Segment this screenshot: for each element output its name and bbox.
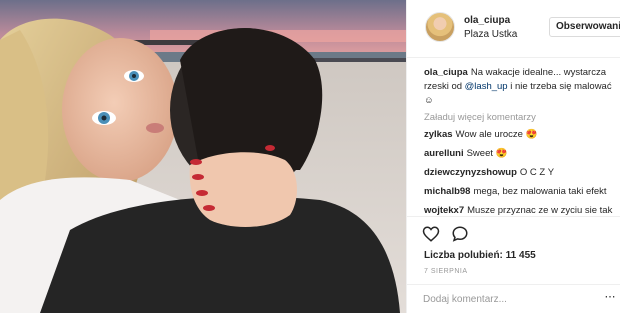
load-more-comments-button[interactable]: Załaduj więcej komentarzy bbox=[424, 112, 615, 123]
add-comment-bar: ⋯ bbox=[407, 284, 620, 311]
post-actions: Liczba polubień: 11 455 7 SIERPNIA ⋯ bbox=[407, 216, 620, 310]
comment-text: Wow ale urocze 😍 bbox=[455, 129, 538, 140]
more-dots-icon[interactable]: ⋯ bbox=[603, 291, 617, 305]
heart-icon[interactable] bbox=[422, 225, 440, 243]
comment-username[interactable]: wojtekx7 bbox=[424, 205, 464, 216]
location-link[interactable]: Plaza Ustka bbox=[464, 29, 517, 40]
list-item: wojtekx7 Musze przyznac ze w zyciu sie ta… bbox=[424, 204, 615, 216]
follow-button[interactable]: Obserwowanie bbox=[549, 17, 620, 37]
mention-link[interactable]: @lash_up bbox=[465, 81, 508, 92]
comment-text: O C Z Y bbox=[519, 167, 555, 178]
list-item: zylkas Wow ale urocze 😍 bbox=[424, 128, 615, 142]
post-sidebar: ola_ciupa Plaza Ustka Obserwowanie ola_c… bbox=[406, 0, 620, 313]
comment-text: mega, bez malowania taki efekt bbox=[473, 186, 607, 197]
comment-username[interactable]: dziewczynyzshowup bbox=[424, 167, 517, 178]
comments-list: ola_ciupa Na wakacje idealne... wystarcza… bbox=[407, 58, 620, 216]
avatar[interactable] bbox=[425, 12, 455, 42]
caption-username[interactable]: ola_ciupa bbox=[424, 67, 468, 78]
caption: ola_ciupa Na wakacje idealne... wystarcza… bbox=[424, 66, 615, 108]
comment-text: Sweet 😍 bbox=[466, 148, 508, 159]
list-item: michalb98 mega, bez malowania taki efekt bbox=[424, 185, 615, 199]
add-comment-input[interactable] bbox=[423, 291, 593, 307]
list-item: dziewczynyzshowup O C Z Y bbox=[424, 166, 615, 180]
post-header: ola_ciupa Plaza Ustka Obserwowanie bbox=[407, 0, 620, 58]
post-photo[interactable] bbox=[0, 0, 406, 313]
likes-count[interactable]: Liczba polubień: 11 455 bbox=[424, 250, 536, 261]
beach-selfie-image bbox=[0, 0, 406, 313]
comment-username[interactable]: aurelluni bbox=[424, 148, 464, 159]
speech-bubble-icon[interactable] bbox=[451, 225, 469, 243]
comment-username[interactable]: zylkas bbox=[424, 129, 453, 140]
list-item: aurelluni Sweet 😍 bbox=[424, 147, 615, 161]
post-date: 7 SIERPNIA bbox=[424, 268, 468, 275]
comment-username[interactable]: michalb98 bbox=[424, 186, 470, 197]
username-link[interactable]: ola_ciupa bbox=[464, 15, 510, 26]
